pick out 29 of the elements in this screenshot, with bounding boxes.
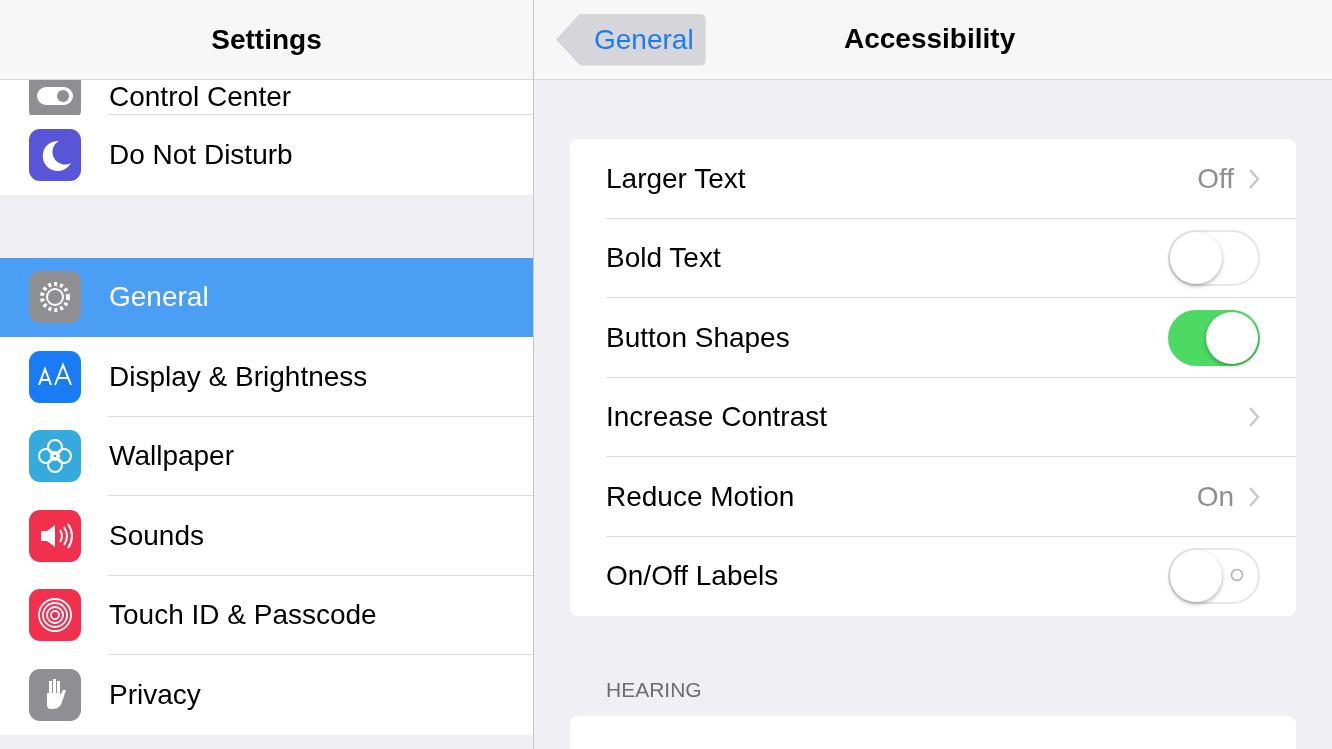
sidebar-item[interactable]: Touch ID & Passcode <box>0 575 533 655</box>
moon-icon <box>29 128 81 181</box>
sidebar-item[interactable]: Sounds <box>0 496 533 576</box>
page-title: Accessibility <box>844 23 1016 55</box>
fingerprint-icon <box>29 589 81 642</box>
hand-icon <box>29 668 81 721</box>
setting-label: Increase Contrast <box>606 401 828 434</box>
chevron-icon[interactable] <box>1248 167 1260 190</box>
flower-icon <box>29 430 81 483</box>
sidebar-item[interactable]: Do Not Disturb <box>0 115 533 195</box>
setting-label: Larger Text <box>606 162 747 195</box>
setting-value: Off <box>1197 162 1234 195</box>
chevron-icon[interactable] <box>1248 485 1260 508</box>
sidebar-item[interactable]: Control Center <box>0 80 533 115</box>
setting-label: Bold Text <box>606 242 722 275</box>
sidebar-title: Settings <box>211 23 322 56</box>
setting-label: Button Shapes <box>606 321 791 354</box>
toggle-switch[interactable] <box>1168 309 1260 366</box>
sidebar-item[interactable]: Display & Brightness <box>0 337 533 417</box>
setting-label: On/Off Labels <box>606 560 780 593</box>
sidebar-item[interactable]: Wallpaper <box>0 416 533 496</box>
sidebar-item[interactable]: Privacy <box>0 655 533 735</box>
setting-value: On <box>1196 480 1234 513</box>
section-header: HEARING <box>606 678 703 702</box>
setting-label: Reduce Motion <box>606 480 796 513</box>
speaker-icon <box>29 509 81 562</box>
gear-icon <box>29 271 81 324</box>
letters-icon <box>29 350 81 403</box>
chevron-icon[interactable] <box>1248 406 1260 429</box>
